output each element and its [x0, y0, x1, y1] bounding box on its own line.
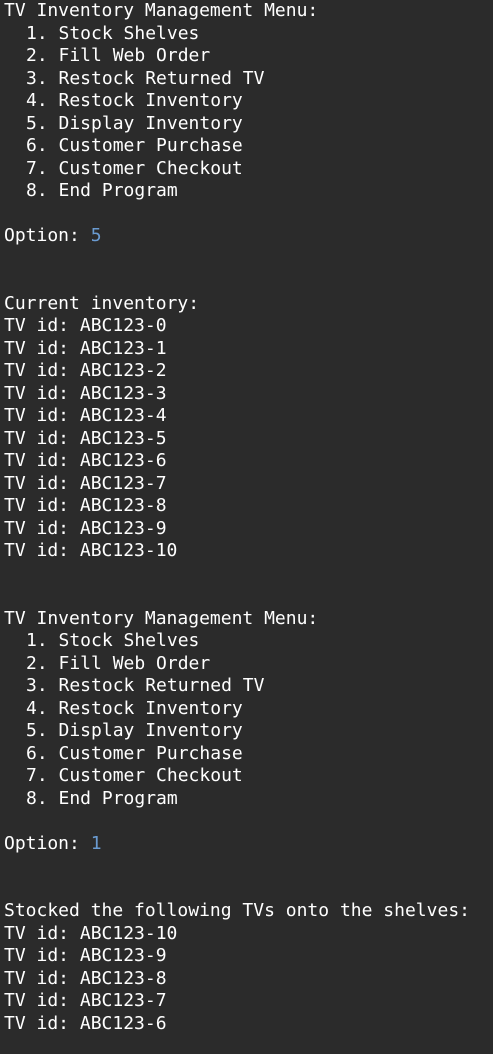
- menu-item-customer-checkout: 7. Customer Checkout: [26, 157, 243, 179]
- output-header: Stocked the following TVs onto the shelv…: [4, 900, 470, 921]
- menu-item-stock-shelves: 1. Stock Shelves: [26, 22, 200, 44]
- option-label: Option:: [4, 832, 91, 854]
- menu-item-restock-returned-tv: 3. Restock Returned TV: [26, 675, 265, 696]
- menu-item-customer-purchase: 6. Customer Purchase: [26, 135, 243, 156]
- menu-item-customer-purchase: 6. Customer Purchase: [26, 742, 243, 764]
- output-line: TV id: ABC123-8: [4, 967, 167, 989]
- menu-item-restock-returned-tv: 3. Restock Returned TV: [26, 67, 265, 89]
- output-header: Current inventory:: [4, 292, 200, 314]
- output-line: TV id: ABC123-6: [4, 450, 167, 471]
- menu-title: TV Inventory Management Menu:: [4, 607, 319, 629]
- option-value: 1: [90, 832, 102, 854]
- output-line: TV id: ABC123-10: [4, 922, 178, 944]
- output-line: TV id: ABC123-4: [4, 405, 167, 426]
- output-line: TV id: ABC123-6: [4, 1012, 167, 1034]
- output-line: TV id: ABC123-8: [4, 495, 167, 516]
- output-line: TV id: ABC123-10: [4, 540, 178, 561]
- option-prompt: Option: 1: [4, 833, 493, 856]
- menu-item-end-program: 8. End Program: [26, 180, 178, 201]
- menu-item-customer-checkout: 7. Customer Checkout: [26, 765, 243, 786]
- option-value: 5: [90, 225, 102, 246]
- output-line: TV id: ABC123-5: [4, 427, 167, 449]
- output-line: TV id: ABC123-0: [4, 315, 167, 336]
- menu-title: TV Inventory Management Menu:: [4, 0, 319, 21]
- output-line: TV id: ABC123-1: [4, 337, 167, 359]
- menu-item-stock-shelves: 1. Stock Shelves: [26, 630, 200, 651]
- menu-item-display-inventory: 5. Display Inventory: [26, 112, 243, 134]
- menu-item-fill-web-order: 2. Fill Web Order: [26, 45, 211, 66]
- menu-item-restock-inventory: 4. Restock Inventory: [26, 90, 243, 111]
- option-prompt: Option: 5: [4, 225, 493, 248]
- output-line: TV id: ABC123-3: [4, 382, 167, 404]
- output-line: TV id: ABC123-9: [4, 517, 167, 539]
- output-line: TV id: ABC123-9: [4, 945, 167, 966]
- menu-item-restock-inventory: 4. Restock Inventory: [26, 697, 243, 719]
- option-label: Option:: [4, 225, 91, 246]
- menu-item-end-program: 8. End Program: [26, 787, 178, 809]
- output-line: TV id: ABC123-7: [4, 990, 167, 1011]
- output-line: TV id: ABC123-7: [4, 472, 167, 494]
- menu-item-display-inventory: 5. Display Inventory: [26, 720, 243, 741]
- menu-item-fill-web-order: 2. Fill Web Order: [26, 652, 211, 674]
- output-line: TV id: ABC123-2: [4, 360, 167, 381]
- console-output: TV Inventory Management Menu: 1. Stock S…: [0, 0, 493, 1054]
